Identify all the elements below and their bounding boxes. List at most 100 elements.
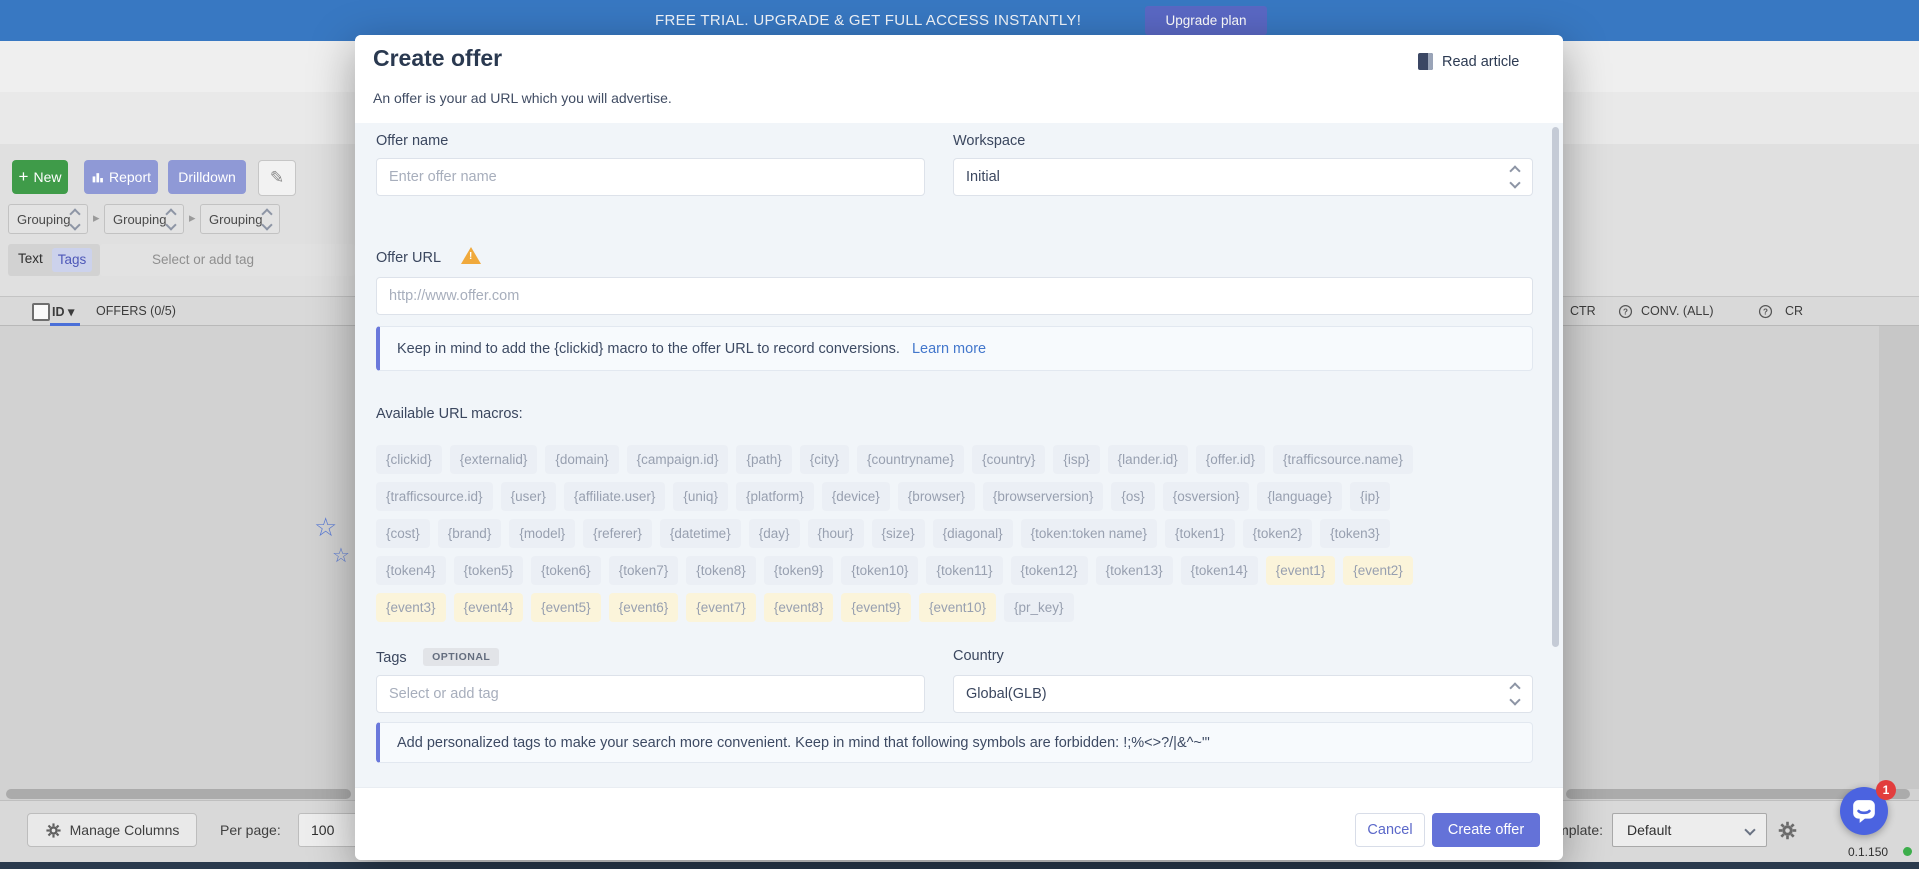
macro-chip[interactable]: {event2} xyxy=(1343,556,1413,585)
macro-chip[interactable]: {trafficsource.id} xyxy=(376,482,493,511)
help-circle-icon[interactable]: ? xyxy=(1758,304,1773,319)
grouping-select-3[interactable]: Grouping xyxy=(200,204,280,234)
table-right-gutter xyxy=(1879,326,1919,789)
macro-chip[interactable]: {token9} xyxy=(764,556,834,585)
template-select[interactable]: Default xyxy=(1612,813,1767,847)
offer-url-input[interactable] xyxy=(376,277,1533,315)
per-page-value: 100 xyxy=(311,822,334,838)
macro-chip[interactable]: {trafficsource.name} xyxy=(1273,445,1413,474)
macro-chip[interactable]: {osversion} xyxy=(1163,482,1250,511)
macro-chip[interactable]: {ip} xyxy=(1350,482,1390,511)
macro-chip[interactable]: {event8} xyxy=(764,593,834,622)
macro-chip[interactable]: {referer} xyxy=(583,519,652,548)
read-article-link[interactable]: Read article xyxy=(1418,53,1519,70)
macro-chip[interactable]: {clickid} xyxy=(376,445,442,474)
macro-chip[interactable]: {size} xyxy=(872,519,925,548)
macro-chip[interactable]: {lander.id} xyxy=(1108,445,1188,474)
macro-chip[interactable]: {token5} xyxy=(454,556,524,585)
offer-name-input[interactable] xyxy=(376,158,925,196)
modal-footer: Cancel Create offer xyxy=(355,787,1563,860)
macro-chip[interactable]: {language} xyxy=(1257,482,1342,511)
macro-chip[interactable]: {cost} xyxy=(376,519,430,548)
macro-chip[interactable]: {externalid} xyxy=(450,445,538,474)
column-conv-all[interactable]: CONV. (ALL) xyxy=(1641,304,1713,318)
macro-chip[interactable]: {token14} xyxy=(1181,556,1258,585)
macro-chip[interactable]: {countryname} xyxy=(857,445,964,474)
macro-chip[interactable]: {domain} xyxy=(545,445,618,474)
drilldown-button[interactable]: Drilldown xyxy=(168,160,246,194)
macro-chip[interactable]: {campaign.id} xyxy=(627,445,729,474)
macro-chip[interactable]: {hour} xyxy=(808,519,864,548)
macro-chip[interactable]: {token:token name} xyxy=(1021,519,1157,548)
macro-chip[interactable]: {brand} xyxy=(438,519,502,548)
column-cr[interactable]: CR xyxy=(1785,304,1803,318)
macro-chip[interactable]: {token1} xyxy=(1165,519,1235,548)
macro-chip[interactable]: {token2} xyxy=(1243,519,1313,548)
macro-chip[interactable]: {browserversion} xyxy=(983,482,1104,511)
macro-chip[interactable]: {model} xyxy=(509,519,575,548)
macro-chip[interactable]: {event5} xyxy=(531,593,601,622)
macro-chip[interactable]: {event10} xyxy=(919,593,996,622)
edit-button[interactable]: ✎ xyxy=(258,160,296,196)
macro-chip[interactable]: {event7} xyxy=(686,593,756,622)
macro-chip[interactable]: {token3} xyxy=(1320,519,1390,548)
new-offer-button[interactable]: + New xyxy=(12,160,68,194)
macro-chip[interactable]: {affiliate.user} xyxy=(564,482,666,511)
macro-chip[interactable]: {city} xyxy=(800,445,849,474)
macro-chip[interactable]: {platform} xyxy=(736,482,814,511)
toggle-tags[interactable]: Tags xyxy=(52,248,92,272)
select-all-checkbox[interactable] xyxy=(32,303,50,321)
macro-chip[interactable]: {event6} xyxy=(609,593,679,622)
macro-chip[interactable]: {browser} xyxy=(898,482,975,511)
macro-chip[interactable]: {country} xyxy=(972,445,1045,474)
modal-scrollbar[interactable] xyxy=(1552,127,1559,647)
macro-chip[interactable]: {path} xyxy=(736,445,791,474)
macro-chip[interactable]: {day} xyxy=(749,519,800,548)
macro-chip[interactable]: {datetime} xyxy=(660,519,741,548)
macro-chip[interactable]: {isp} xyxy=(1053,445,1099,474)
modal-subtitle: An offer is your ad URL which you will a… xyxy=(373,90,672,106)
help-circle-icon[interactable]: ? xyxy=(1618,304,1633,319)
macro-chip[interactable]: {device} xyxy=(822,482,890,511)
macro-chip[interactable]: {token7} xyxy=(609,556,679,585)
macro-chip[interactable]: {uniq} xyxy=(673,482,728,511)
per-page-label: Per page: xyxy=(220,822,281,838)
learn-more-link[interactable]: Learn more xyxy=(912,341,986,357)
macro-chip[interactable]: {token13} xyxy=(1096,556,1173,585)
tags-input[interactable] xyxy=(376,675,925,713)
template-gear-icon[interactable] xyxy=(1777,820,1798,841)
macro-chip[interactable]: {token10} xyxy=(841,556,918,585)
cancel-button[interactable]: Cancel xyxy=(1355,813,1425,847)
manage-columns-button[interactable]: Manage Columns xyxy=(27,813,197,847)
macro-chip[interactable]: {token11} xyxy=(926,556,1002,585)
column-id[interactable]: ID ▾ xyxy=(52,304,74,319)
read-article-label: Read article xyxy=(1442,54,1519,70)
macro-chip[interactable]: {token8} xyxy=(686,556,756,585)
tags-label: Tags xyxy=(376,650,407,666)
macro-chip[interactable]: {event4} xyxy=(454,593,524,622)
country-select[interactable]: Global(GLB) xyxy=(953,675,1533,713)
macro-chip[interactable]: {token4} xyxy=(376,556,446,585)
macro-chip[interactable]: {offer.id} xyxy=(1196,445,1265,474)
manage-columns-label: Manage Columns xyxy=(70,822,180,838)
column-ctr[interactable]: CTR xyxy=(1570,304,1596,318)
macro-chip[interactable]: {token6} xyxy=(531,556,601,585)
macro-chip[interactable]: {event9} xyxy=(841,593,911,622)
grouping-select-2[interactable]: Grouping xyxy=(104,204,184,234)
report-button[interactable]: Report xyxy=(84,160,158,194)
create-offer-button[interactable]: Create offer xyxy=(1432,813,1540,847)
bottom-edge xyxy=(0,862,1919,869)
macro-chip[interactable]: {token12} xyxy=(1011,556,1088,585)
column-offers[interactable]: OFFERS (0/5) xyxy=(96,304,176,318)
macro-chip[interactable]: {diagonal} xyxy=(933,519,1013,548)
macro-chip[interactable]: {event3} xyxy=(376,593,446,622)
macro-chip[interactable]: {os} xyxy=(1111,482,1154,511)
upgrade-plan-button[interactable]: Upgrade plan xyxy=(1145,6,1267,35)
toggle-text[interactable]: Text xyxy=(18,251,43,266)
macro-chip[interactable]: {event1} xyxy=(1266,556,1336,585)
grouping-select-1[interactable]: Grouping xyxy=(8,204,88,234)
macro-chip[interactable]: {user} xyxy=(501,482,556,511)
macro-chip[interactable]: {pr_key} xyxy=(1004,593,1074,622)
horizontal-scrollbar[interactable] xyxy=(6,789,351,799)
workspace-select[interactable]: Initial xyxy=(953,158,1533,196)
